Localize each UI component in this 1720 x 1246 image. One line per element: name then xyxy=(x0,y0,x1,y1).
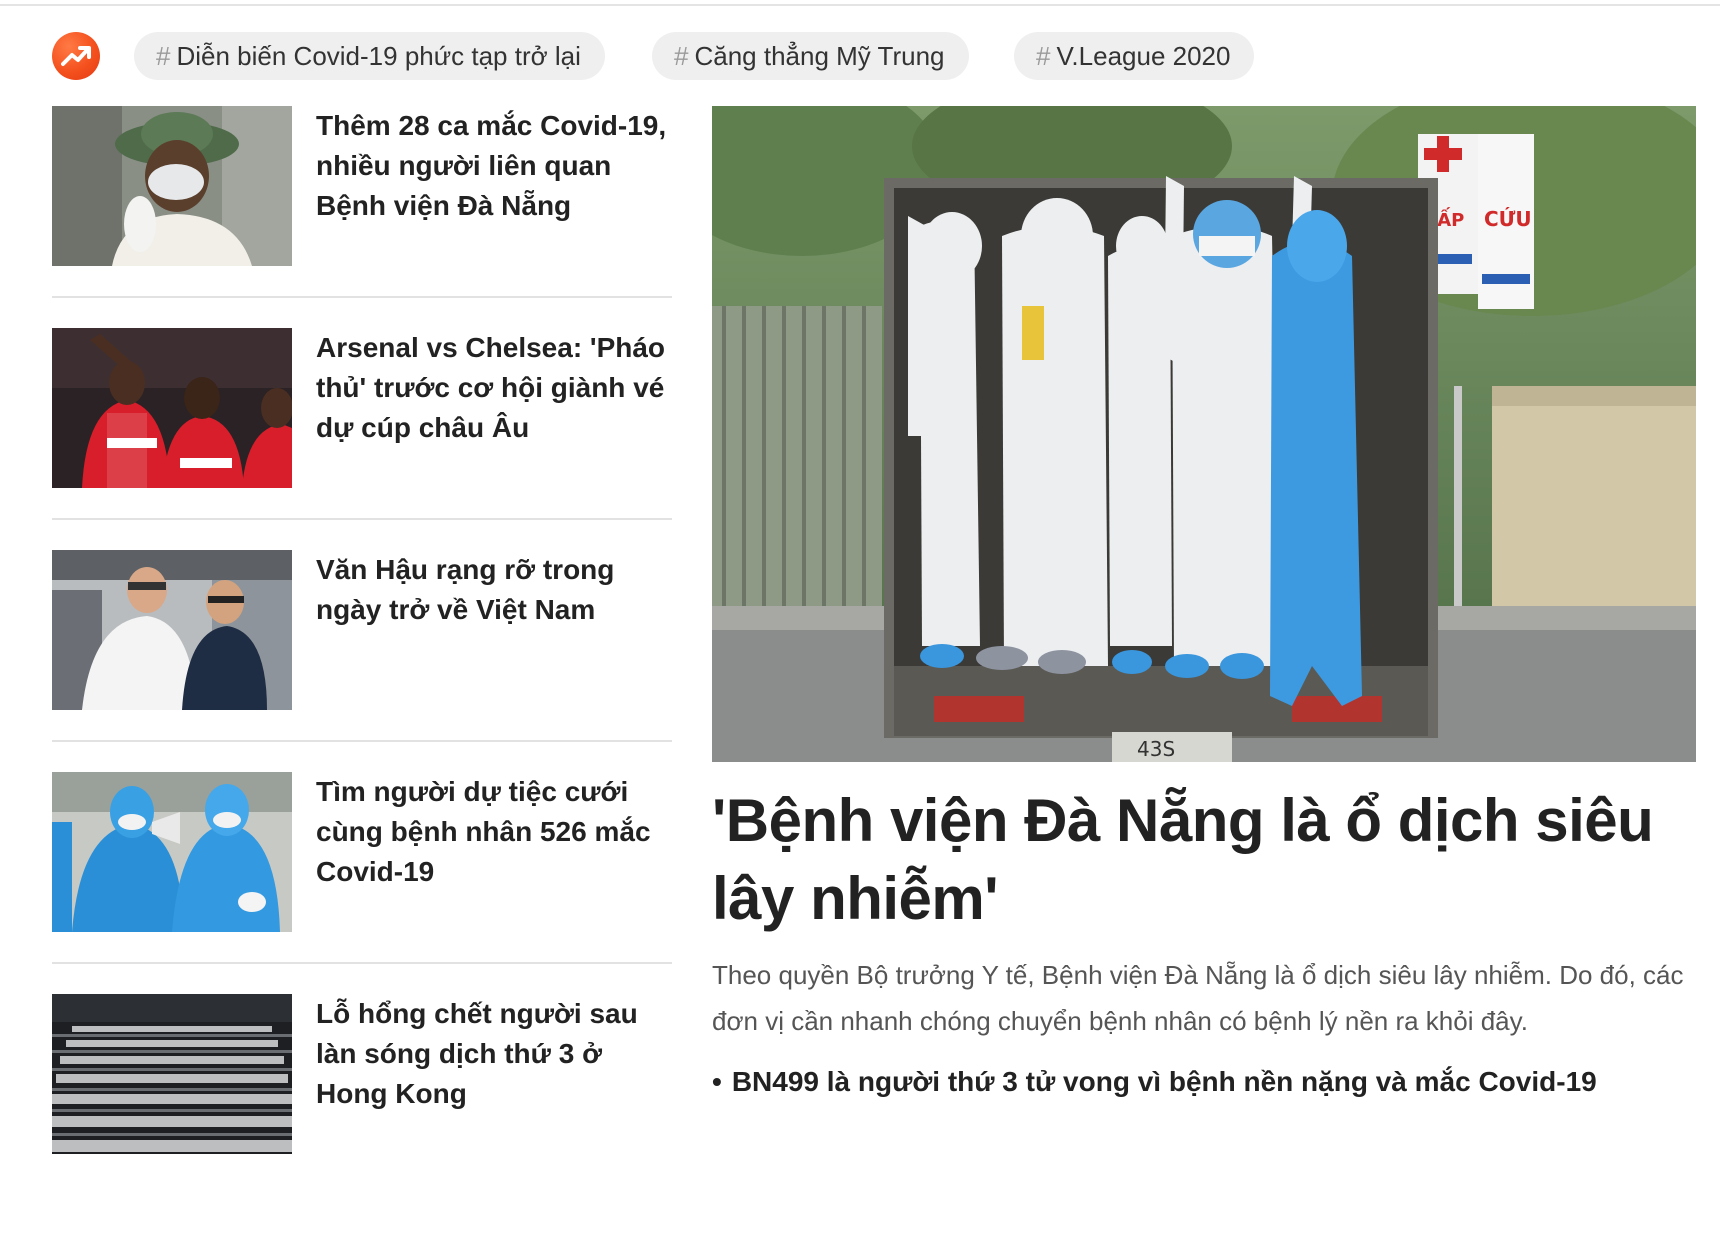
hashtag-icon: # xyxy=(156,40,171,71)
article-headline[interactable]: Tìm người dự tiệc cưới cùng bệnh nhân 52… xyxy=(316,772,672,892)
article-headline[interactable]: Lỗ hổng chết người sau làn sóng dịch thứ… xyxy=(316,994,672,1114)
trending-tag-label: Căng thẳng Mỹ Trung xyxy=(694,40,945,71)
bullet-icon: • xyxy=(712,1066,722,1097)
article-thumbnail[interactable] xyxy=(52,106,292,266)
hashtag-icon: # xyxy=(1036,40,1051,71)
article-list: Thêm 28 ca mắc Covid-19, nhiều người liê… xyxy=(52,106,672,1216)
top-border xyxy=(0,4,1720,6)
featured-image[interactable]: CẤP CỨU 43S xyxy=(712,106,1696,762)
featured-headline[interactable]: 'Bệnh viện Đà Nẵng là ổ dịch siêu lây nh… xyxy=(712,782,1702,938)
list-item: Lỗ hổng chết người sau làn sóng dịch thứ… xyxy=(52,994,672,1216)
article-thumbnail[interactable] xyxy=(52,328,292,488)
article-thumbnail[interactable] xyxy=(52,772,292,932)
trending-tag-label: V.League 2020 xyxy=(1056,40,1231,71)
related-article-link[interactable]: • BN499 là người thứ 3 tử vong vì bệnh nề… xyxy=(712,1062,1702,1102)
list-item: Văn Hậu rạng rỡ trong ngày trở về Việt N… xyxy=(52,550,672,772)
trending-tag-us-china[interactable]: # Căng thẳng Mỹ Trung xyxy=(652,32,969,80)
article-thumbnail[interactable] xyxy=(52,994,292,1154)
featured-summary: Theo quyền Bộ trưởng Y tế, Bệnh viện Đà … xyxy=(712,960,1684,1036)
sign-text: CỨU xyxy=(1484,207,1532,231)
hashtag-icon: # xyxy=(674,40,689,71)
license-plate: 43S xyxy=(1137,737,1175,761)
trending-tag-label: Diễn biến Covid-19 phức tạp trở lại xyxy=(176,40,581,71)
article-headline[interactable]: Thêm 28 ca mắc Covid-19, nhiều người liê… xyxy=(316,106,672,226)
trending-tag-vleague[interactable]: # V.League 2020 xyxy=(1014,32,1255,80)
list-divider xyxy=(52,740,672,742)
article-thumbnail[interactable] xyxy=(52,550,292,710)
trending-up-icon[interactable] xyxy=(52,32,100,80)
related-article-title: BN499 là người thứ 3 tử vong vì bệnh nền… xyxy=(731,1066,1597,1097)
list-divider xyxy=(52,518,672,520)
list-item: Arsenal vs Chelsea: 'Pháo thủ' trước cơ … xyxy=(52,328,672,550)
list-item: Tìm người dự tiệc cưới cùng bệnh nhân 52… xyxy=(52,772,672,994)
list-item: Thêm 28 ca mắc Covid-19, nhiều người liê… xyxy=(52,106,672,328)
trending-tag-covid[interactable]: # Diễn biến Covid-19 phức tạp trở lại xyxy=(134,32,605,80)
article-headline[interactable]: Arsenal vs Chelsea: 'Pháo thủ' trước cơ … xyxy=(316,328,672,448)
list-divider xyxy=(52,296,672,298)
list-divider xyxy=(52,962,672,964)
article-headline[interactable]: Văn Hậu rạng rỡ trong ngày trở về Việt N… xyxy=(316,550,672,630)
